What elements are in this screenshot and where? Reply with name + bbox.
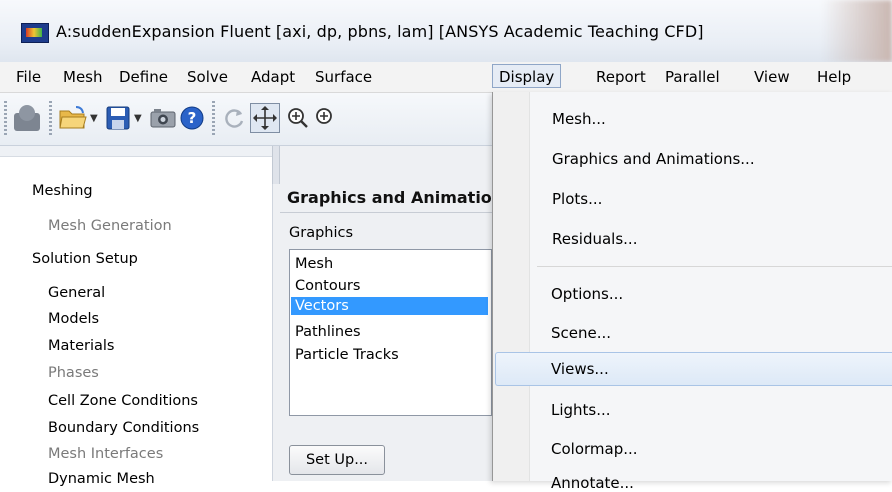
menu-item-plots[interactable]: Plots... [552,190,602,208]
app-icon[interactable] [12,103,42,133]
toolbar-grip[interactable] [49,101,52,135]
menu-solve[interactable]: Solve [185,67,230,87]
pane-splitter[interactable] [272,146,280,184]
menu-item-scene[interactable]: Scene... [551,324,611,342]
nav-item-mesh-interfaces[interactable]: Mesh Interfaces [48,446,163,462]
graphics-item-particle-tracks[interactable]: Particle Tracks [291,346,488,364]
graphics-item-pathlines[interactable]: Pathlines [291,323,488,341]
menu-item-options[interactable]: Options... [551,285,623,303]
translate-icon [253,106,277,130]
menu-file[interactable]: File [14,67,43,87]
menu-item-graphics-and-animations[interactable]: Graphics and Animations... [552,150,755,168]
menu-help[interactable]: Help [815,67,853,87]
menu-item-mesh[interactable]: Mesh... [552,110,606,128]
nav-item-phases[interactable]: Phases [48,365,99,381]
screenshot-icon[interactable] [150,107,176,129]
nav-item-general[interactable]: General [48,285,105,301]
menu-item-colormap[interactable]: Colormap... [551,440,638,458]
task-page-title: Graphics and Animations [287,188,513,207]
graphics-item-mesh[interactable]: Mesh [291,255,488,273]
nav-item-materials[interactable]: Materials [48,338,114,354]
chevron-down-icon[interactable]: ▼ [90,113,98,124]
graphics-listbox[interactable]: Mesh Contours Vectors Pathlines Particle… [289,249,492,416]
toolbar: ▼ ▼ ? [0,93,500,146]
toolbar-grip[interactable] [212,101,215,135]
set-up-button[interactable]: Set Up... [289,445,385,475]
window-title: A:suddenExpansion Fluent [axi, dp, pbns,… [56,22,704,41]
fluent-app-icon[interactable] [21,23,49,43]
menu-separator [537,266,892,267]
nav-item-boundary-conditions[interactable]: Boundary Conditions [48,420,199,436]
menu-mesh[interactable]: Mesh [61,67,105,87]
menu-adapt[interactable]: Adapt [249,67,297,87]
title-bar: A:suddenExpansion Fluent [axi, dp, pbns,… [0,0,892,62]
help-icon[interactable]: ? [180,106,204,130]
nav-item-meshing[interactable]: Meshing [32,183,93,199]
menu-parallel[interactable]: Parallel [663,67,722,87]
menu-report[interactable]: Report [594,67,648,87]
open-folder-icon[interactable] [58,105,88,131]
nav-item-models[interactable]: Models [48,311,99,327]
svg-text:?: ? [188,109,197,127]
menu-item-annotate[interactable]: Annotate... [551,474,634,492]
toolbar-grip[interactable] [4,101,7,135]
menu-item-residuals[interactable]: Residuals... [552,230,637,248]
nav-item-mesh-generation[interactable]: Mesh Generation [48,218,172,234]
menu-surface[interactable]: Surface [313,67,374,87]
nav-item-dynamic-mesh[interactable]: Dynamic Mesh [48,471,155,487]
graphics-item-vectors[interactable]: Vectors [291,297,488,315]
translate-button[interactable] [250,103,280,133]
menu-bar: File Mesh Define Solve Adapt Surface Dis… [0,62,892,93]
menu-view[interactable]: View [752,67,792,87]
menu-define[interactable]: Define [117,67,170,87]
zoom-icon[interactable] [314,106,338,130]
save-icon[interactable] [106,106,130,130]
graphics-label: Graphics [289,225,354,241]
rotate-icon[interactable] [222,106,246,130]
menu-item-views[interactable]: Views... [551,360,609,378]
menu-item-lights[interactable]: Lights... [551,401,611,419]
chevron-down-icon[interactable]: ▼ [134,113,142,124]
zoom-in-icon[interactable] [286,106,310,130]
nav-item-solution-setup[interactable]: Solution Setup [32,251,138,267]
graphics-item-contours[interactable]: Contours [291,277,488,295]
nav-item-cell-zone-conditions[interactable]: Cell Zone Conditions [48,393,198,409]
menu-display[interactable]: Display [492,64,562,88]
